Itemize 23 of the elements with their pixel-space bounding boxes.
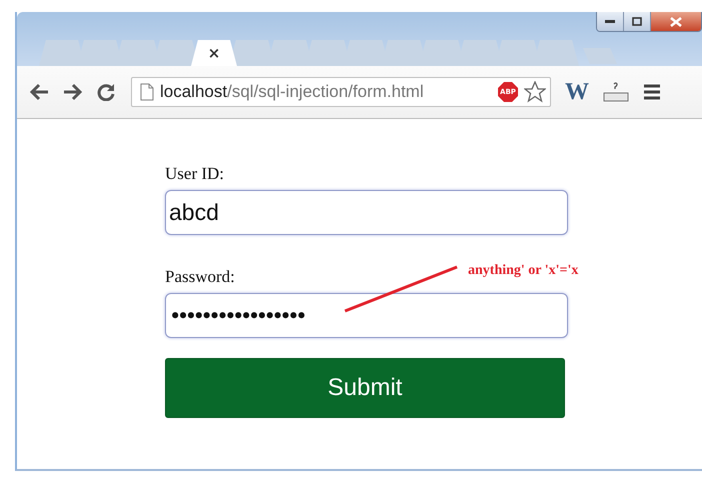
star-icon[interactable] (524, 81, 546, 103)
field-label: Password: (165, 267, 235, 287)
minimize-button[interactable] (597, 12, 624, 31)
annotation-text: anything' or 'x'='x (468, 263, 578, 279)
tab-close-button[interactable]: × (208, 44, 220, 62)
back-icon[interactable] (29, 83, 49, 101)
field-label: User ID: (165, 164, 224, 184)
extension-button[interactable]: W (565, 78, 589, 106)
url-text: localhost/sql/sql-injection/form.html (160, 82, 424, 102)
close-button[interactable] (651, 12, 701, 31)
page-icon (140, 83, 154, 101)
close-icon (670, 16, 682, 26)
forward-icon[interactable] (63, 83, 83, 101)
password-field[interactable]: ••••••••••••••••• (165, 293, 568, 338)
extension-icon[interactable] (603, 81, 629, 103)
maximize-button[interactable] (624, 12, 651, 31)
submit-button[interactable]: Submit (165, 358, 565, 418)
reload-icon[interactable] (97, 83, 115, 101)
input-field[interactable]: abcd (165, 190, 568, 235)
maximize-icon (632, 17, 642, 26)
minimize-icon (605, 20, 615, 24)
menu-icon[interactable] (643, 84, 661, 100)
browser-tab[interactable]: × (191, 40, 237, 66)
